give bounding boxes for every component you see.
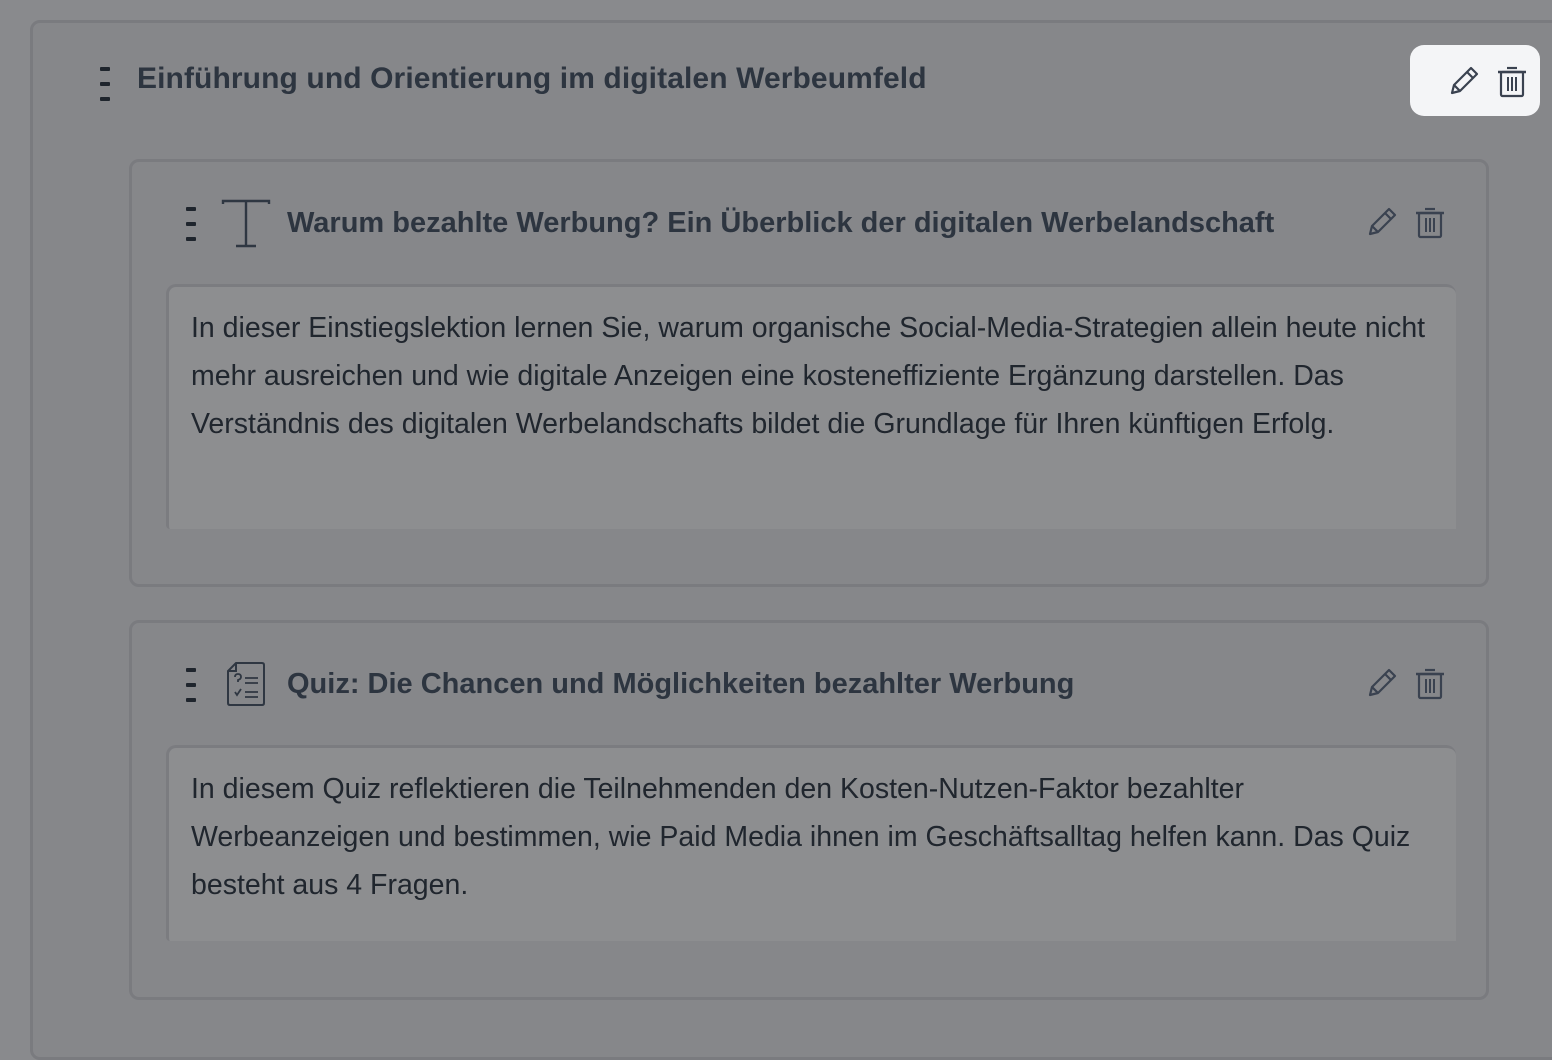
pencil-icon	[1368, 207, 1397, 236]
trash-icon	[1416, 207, 1444, 239]
lesson-edit-button[interactable]	[1364, 204, 1400, 240]
lesson-card: Warum bezahlte Werbung? Ein Überblick de…	[129, 159, 1489, 587]
trash-icon	[1498, 66, 1526, 98]
quiz-document-icon	[226, 661, 266, 707]
pencil-icon	[1368, 668, 1397, 697]
pencil-icon	[1450, 66, 1479, 95]
module-delete-button[interactable]	[1494, 63, 1530, 99]
lesson-drag-handle[interactable]	[186, 207, 196, 243]
text-type-icon	[220, 198, 272, 250]
module-actions-panel	[1410, 45, 1540, 116]
module-drag-handle[interactable]	[100, 67, 110, 103]
lesson-title: Quiz: Die Chancen und Möglichkeiten beza…	[287, 668, 1075, 700]
lesson-title: Warum bezahlte Werbung? Ein Überblick de…	[287, 207, 1275, 239]
lesson-card: Quiz: Die Chancen und Möglichkeiten beza…	[129, 620, 1489, 1000]
lesson-drag-handle[interactable]	[186, 668, 196, 704]
lesson-description: In diesem Quiz reflektieren die Teilnehm…	[166, 745, 1456, 941]
lesson-delete-button[interactable]	[1412, 204, 1448, 240]
module-title: Einführung und Orientierung im digitalen…	[137, 62, 927, 95]
module-edit-button[interactable]	[1446, 63, 1482, 99]
lesson-delete-button[interactable]	[1412, 665, 1448, 701]
lesson-description: In dieser Einstiegslektion lernen Sie, w…	[166, 284, 1456, 529]
lesson-edit-button[interactable]	[1364, 665, 1400, 701]
trash-icon	[1416, 668, 1444, 700]
